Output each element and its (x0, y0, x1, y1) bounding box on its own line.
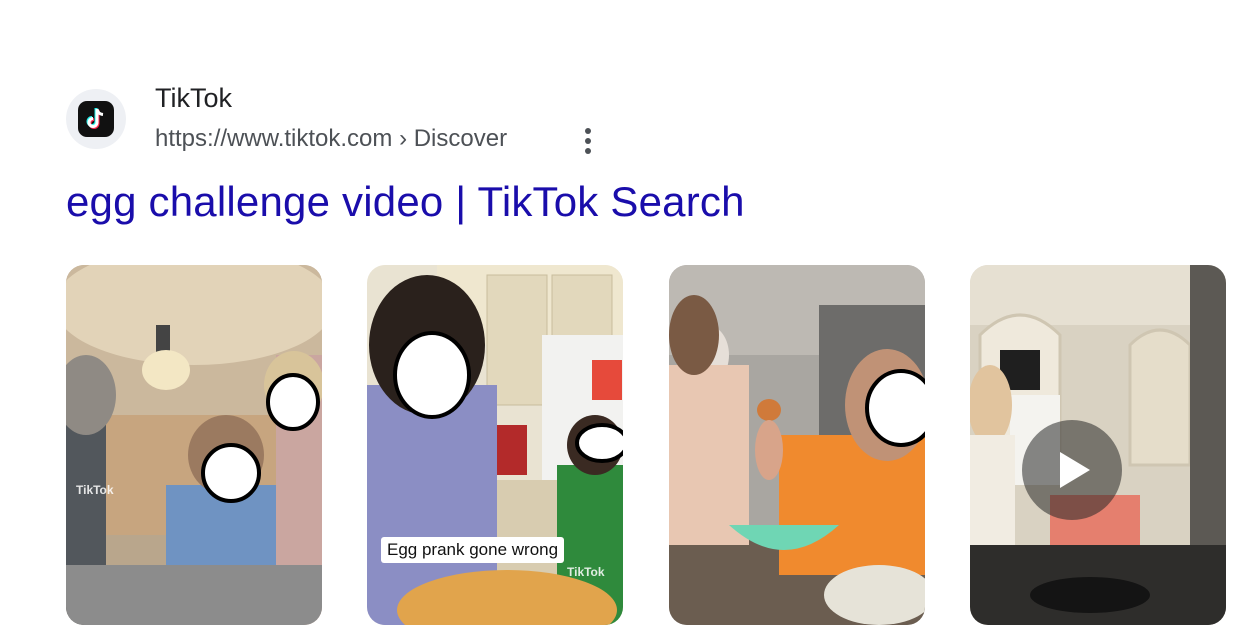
tiktok-favicon[interactable] (66, 89, 126, 149)
tiktok-watermark: TikTok (567, 565, 605, 579)
video-thumbnail-3[interactable] (669, 265, 925, 625)
site-url[interactable]: https://www.tiktok.com › Discover (155, 125, 507, 153)
video-thumbnail-1[interactable]: TikTok (66, 265, 322, 625)
video-thumbnail-4[interactable] (970, 265, 1226, 625)
result-title-link[interactable]: egg challenge video | TikTok Search (66, 178, 745, 226)
video-caption: Egg prank gone wrong (381, 537, 565, 563)
site-name[interactable]: TikTok (155, 83, 232, 114)
play-icon[interactable] (1022, 420, 1122, 520)
tiktok-logo-icon (78, 101, 114, 137)
tiktok-watermark: TikTok (76, 483, 114, 497)
more-vert-icon[interactable] (578, 124, 598, 158)
video-thumbnail-2[interactable]: Egg prank gone wrong TikTok (367, 265, 623, 625)
